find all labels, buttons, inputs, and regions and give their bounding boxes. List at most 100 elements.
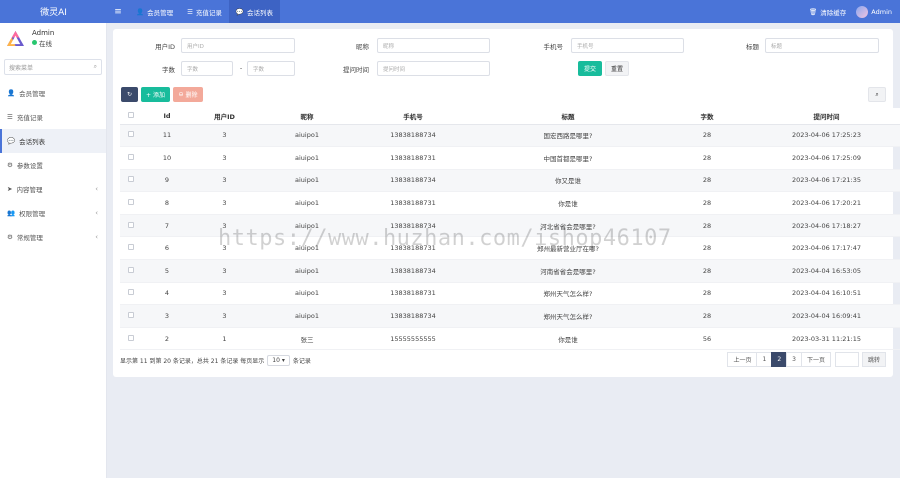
words-label: 字数 [162,66,175,74]
clear-cache-button[interactable]: 🗑 清除缓存 [809,7,846,17]
refresh-button[interactable]: ↻ [121,87,138,102]
cell-nickname: aiuipo1 [257,304,357,328]
row-checkbox[interactable] [120,191,142,215]
cell-phone: 13838188731 [357,146,469,170]
brand-logo-text[interactable]: 微灵AI [0,0,107,23]
sidebar-user-name: Admin [32,28,55,37]
words-max-input[interactable]: 字数 [247,61,295,76]
cell-user-id: 3 [192,191,257,215]
table-row[interactable]: 2 1 张三 15555555555 你是谁 56 2023-03-31 11:21:15 [120,327,900,351]
select-all-checkbox[interactable] [120,108,142,125]
users-icon: 👥 [7,209,16,217]
top-tab-chat[interactable]: 💬 会话列表 [228,0,281,23]
sidebar-item-chat[interactable]: 💬 会话列表 [0,129,106,153]
logo-icon [7,30,24,46]
submit-button[interactable]: 提交 [578,61,602,76]
chat-icon: 💬 [7,137,16,145]
row-checkbox[interactable] [120,169,142,193]
row-checkbox[interactable] [120,146,142,170]
sidebar-search-input[interactable]: 搜索菜单 ⌕ [4,59,102,75]
user-status: 在线 [32,38,54,48]
add-button[interactable]: + 添加 [141,87,170,102]
column-header[interactable]: 用户ID [192,108,257,125]
column-header[interactable]: Id [142,108,192,125]
words-min-input[interactable]: 字数 [181,61,233,76]
cell-phone: 15555555555 [357,327,469,351]
table-row[interactable]: 5 3 aiuipo1 13838188734 河南省省会是哪里? 28 2023-04-0… [120,259,900,283]
delete-label: 删除 [185,92,198,99]
sidebar-item-settings[interactable]: ⚙ 参数设置 [0,153,106,177]
cell-words: 28 [667,282,747,306]
nickname-input[interactable]: 昵称 [377,38,490,53]
cell-user-id: 3 [192,124,257,148]
row-checkbox[interactable] [120,327,142,351]
sidebar-item-label: 常规管理 [16,234,43,242]
table-row[interactable]: 11 3 aiuipo1 13838188734 国宏西路是哪里? 28 2023-04-0… [120,124,900,148]
row-checkbox[interactable] [120,259,142,283]
column-header[interactable]: 手机号 [357,108,469,125]
sidebar-item-content[interactable]: ➤ 内容管理 ‹ [0,177,106,201]
column-header[interactable]: 提问时间 [747,108,900,125]
top-tab-recharge[interactable]: ☰ 充值记录 [180,0,229,23]
sidebar-item-general[interactable]: ⚙ 常规管理 ‹ [0,225,106,249]
cell-user-id: 1 [192,327,257,351]
database-icon: ☰ [187,7,193,16]
cell-title: 郑州最新营业厅在哪? [469,236,667,261]
page-button-current[interactable]: 2 [771,352,788,367]
placeholder: 标题 [771,43,783,50]
cell-time: 2023-04-06 17:25:23 [747,124,900,148]
jump-page-input[interactable] [834,352,859,367]
row-checkbox[interactable] [120,282,142,306]
range-separator: - [239,64,243,72]
page-button[interactable]: 1 [756,352,773,367]
menu-toggle-icon[interactable]: ≡ [107,0,129,23]
cell-nickname: aiuipo1 [257,191,357,215]
delete-button[interactable]: ⊖ 删除 [173,87,203,102]
reset-button[interactable]: 重置 [605,61,629,76]
sidebar-item-label: 会员管理 [19,90,46,98]
jump-button[interactable]: 跳转 [861,352,886,367]
column-header[interactable]: 字数 [667,108,747,125]
time-label: 提问时间 [343,66,369,74]
sidebar-item-label: 会话列表 [19,138,46,146]
cell-words: 28 [667,191,747,215]
table-row[interactable]: 8 3 aiuipo1 13838188731 你是谁 28 2023-04-06 17:2… [120,191,900,215]
title-input[interactable]: 标题 [765,38,879,53]
row-checkbox[interactable] [120,236,142,261]
phone-input[interactable]: 手机号 [571,38,684,53]
sidebar-item-auth[interactable]: 👥 权限管理 ‹ [0,201,106,225]
column-header[interactable]: 昵称 [257,108,357,125]
prev-page-button[interactable]: 上一页 [727,352,758,367]
search-icon[interactable]: ⌕ [94,63,97,71]
sidebar-item-member[interactable]: 👤 会员管理 [0,81,106,105]
cog-icon: ⚙ [7,233,13,241]
table-row[interactable]: 4 3 aiuipo1 13838188731 郑州天气怎么样? 28 2023-04-04… [120,282,900,306]
search-placeholder: 搜索菜单 [9,64,34,72]
online-dot-icon [32,40,37,45]
time-input[interactable]: 提问时间 [377,61,490,76]
next-page-button[interactable]: 下一页 [800,352,831,367]
sidebar-item-recharge[interactable]: ☰ 充值记录 [0,105,106,129]
cell-words: 28 [667,214,747,238]
table-row[interactable]: 7 3 aiuipo1 13838188734 河北省省会是哪里? 28 2023-04-0… [120,214,900,238]
cell-words: 28 [667,259,747,283]
table-row[interactable]: 9 3 aiuipo1 13838188734 你又是谁 28 2023-04-06 17:… [120,169,900,193]
page-size-select[interactable]: 10 ▾ [267,355,290,366]
table-row[interactable]: 3 3 aiuipo1 13838188734 郑州天气怎么样? 28 2023-04-04… [120,304,900,328]
row-checkbox[interactable] [120,214,142,238]
user-id-input[interactable]: 用户ID [181,38,295,53]
cell-id: 4 [142,282,192,306]
pagination-info: 显示第 11 到第 20 条记录，总共 21 条记录 每页显示 10 ▾ 条记录 [120,355,311,366]
cell-title: 你是谁 [469,327,667,351]
admin-label: Admin [871,7,892,16]
column-header[interactable]: 标题 [469,108,667,125]
row-checkbox[interactable] [120,124,142,148]
cell-time: 2023-04-04 16:09:41 [747,304,900,328]
row-checkbox[interactable] [120,304,142,328]
table-row[interactable]: 10 3 aiuipo1 13838188731 中国首都是哪里? 28 2023-04-0… [120,146,900,170]
admin-menu[interactable]: Admin [856,5,892,18]
table-search-button[interactable]: ⌕ [868,87,886,102]
page-button[interactable]: 3 [786,352,802,367]
top-tab-member[interactable]: 👤 会员管理 [129,0,180,23]
table-row[interactable]: 6 3 aiuipo1 13838188731 郑州最新营业厅在哪? 28 2023-04-… [120,236,900,261]
